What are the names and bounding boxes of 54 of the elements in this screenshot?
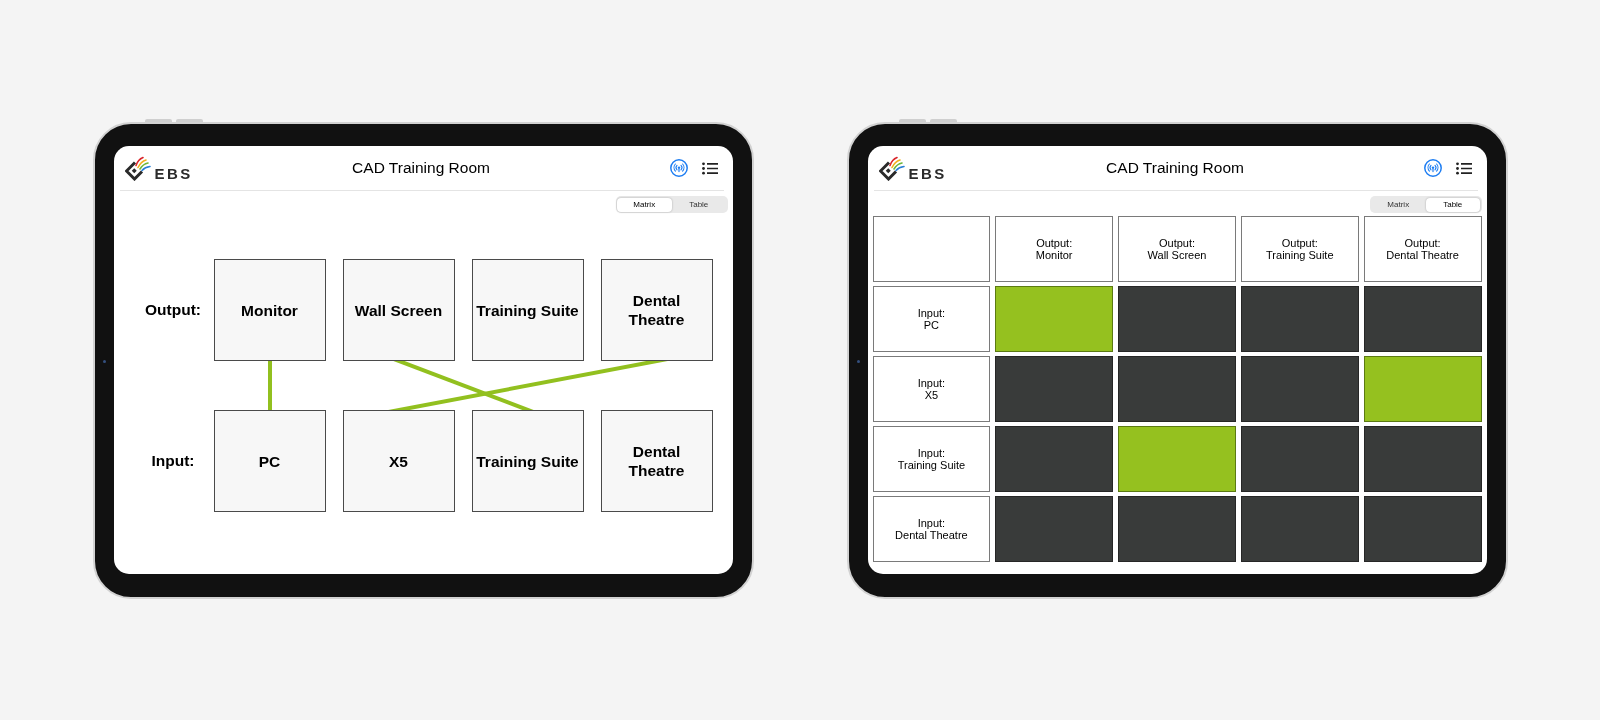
broadcast-icon[interactable] bbox=[1423, 159, 1442, 177]
route-cell[interactable] bbox=[1363, 496, 1482, 562]
output-tile[interactable]: Wall Screen bbox=[342, 259, 455, 361]
input-tile[interactable]: Dental Theatre bbox=[600, 410, 713, 512]
output-tile[interactable]: Monitor bbox=[213, 259, 326, 361]
top-button[interactable] bbox=[144, 118, 172, 122]
logo-icon bbox=[124, 155, 151, 181]
list-icon[interactable] bbox=[1455, 161, 1472, 175]
logo-text: EBS bbox=[154, 165, 193, 181]
page-title: CAD Training Room bbox=[352, 160, 490, 176]
route-cell[interactable] bbox=[995, 356, 1114, 422]
list-icon[interactable] bbox=[701, 161, 718, 175]
route-cell[interactable] bbox=[1363, 426, 1482, 492]
page-title: CAD Training Room bbox=[1106, 160, 1244, 176]
route-cell[interactable] bbox=[1240, 356, 1359, 422]
row-header: Input: Training Suite bbox=[872, 426, 991, 492]
column-header: Output: Wall Screen bbox=[1118, 216, 1236, 282]
camera-icon bbox=[856, 359, 860, 363]
row-header: Input: Dental Theatre bbox=[872, 496, 991, 562]
top-button[interactable] bbox=[898, 118, 926, 122]
row-label: Output: bbox=[145, 300, 201, 321]
route-cell[interactable] bbox=[1240, 286, 1359, 352]
row-header: Input: X5 bbox=[872, 356, 991, 422]
route-cell[interactable] bbox=[1118, 286, 1236, 352]
route-cell[interactable] bbox=[1240, 496, 1359, 562]
logo-text: EBS bbox=[908, 165, 947, 181]
input-tile[interactable]: X5 bbox=[342, 410, 455, 512]
route-cell[interactable] bbox=[1363, 356, 1482, 422]
view-tab[interactable]: Matrix bbox=[1371, 197, 1426, 212]
row-label: Input: bbox=[151, 451, 195, 472]
column-header: Output: Monitor bbox=[995, 216, 1114, 282]
route-cell[interactable] bbox=[995, 426, 1114, 492]
view-tab[interactable]: Matrix bbox=[617, 197, 672, 212]
broadcast-icon[interactable] bbox=[669, 159, 688, 177]
route-cell[interactable] bbox=[1363, 286, 1482, 352]
route-cell[interactable] bbox=[1118, 356, 1236, 422]
output-tile[interactable]: Dental Theatre bbox=[600, 259, 713, 361]
route-cell[interactable] bbox=[995, 496, 1114, 562]
view-tab[interactable]: Table bbox=[1425, 197, 1480, 212]
route-cell[interactable] bbox=[1240, 426, 1359, 492]
column-header: Output: Dental Theatre bbox=[1363, 216, 1482, 282]
output-tile[interactable]: Training Suite bbox=[471, 259, 584, 361]
input-tile[interactable]: PC bbox=[213, 410, 326, 512]
row-header: Input: PC bbox=[872, 286, 991, 352]
input-tile[interactable]: Training Suite bbox=[471, 410, 584, 512]
camera-icon bbox=[102, 359, 106, 363]
view-tab[interactable]: Table bbox=[671, 197, 726, 212]
column-header: Output: Training Suite bbox=[1240, 216, 1359, 282]
route-cell[interactable] bbox=[1118, 496, 1236, 562]
route-cell[interactable] bbox=[995, 286, 1114, 352]
top-button[interactable] bbox=[175, 118, 203, 122]
logo-icon bbox=[878, 155, 905, 181]
route-cell[interactable] bbox=[1118, 426, 1236, 492]
top-button[interactable] bbox=[929, 118, 957, 122]
